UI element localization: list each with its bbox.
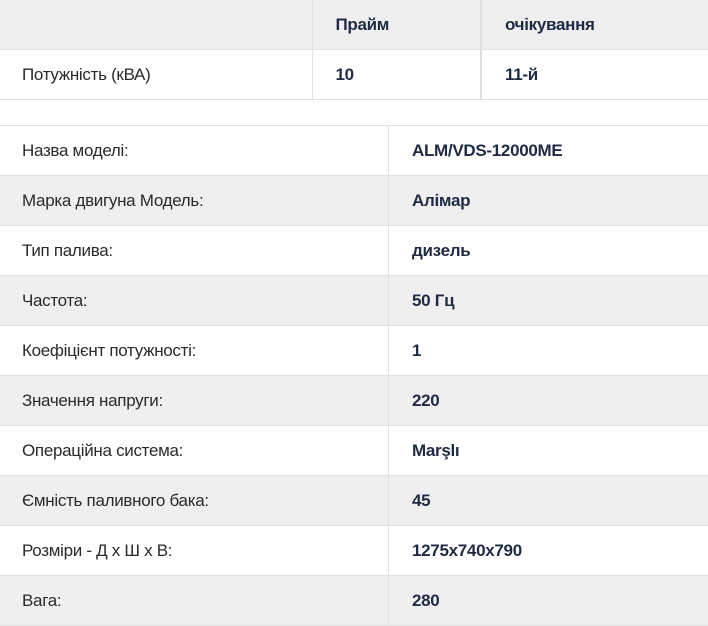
- header-prime: Прайм: [312, 0, 481, 50]
- table-row: Значення напруги:220: [0, 376, 708, 426]
- spec-value: 1: [389, 326, 708, 376]
- table-row: Тип палива:дизель: [0, 226, 708, 276]
- spec-label: Ємність паливного бака:: [0, 476, 389, 526]
- table-row: Ємність паливного бака:45: [0, 476, 708, 526]
- spec-label: Значення напруги:: [0, 376, 389, 426]
- spec-value: 220: [389, 376, 708, 426]
- table-row: Коефіцієнт потужності:1: [0, 326, 708, 376]
- table-row: Вага:280: [0, 576, 708, 626]
- power-standby: 11-й: [481, 50, 708, 100]
- spec-label: Тип палива:: [0, 226, 389, 276]
- spec-label: Частота:: [0, 276, 389, 326]
- table-row: Частота:50 Гц: [0, 276, 708, 326]
- spec-value: Алімар: [389, 176, 708, 226]
- power-prime: 10: [312, 50, 481, 100]
- header-standby: очікування: [481, 0, 708, 50]
- spec-label: Розміри - Д х Ш х В:: [0, 526, 389, 576]
- power-table-header: Прайм очікування: [0, 0, 708, 50]
- spec-value: ALM/VDS-12000ME: [389, 126, 708, 176]
- table-row: Назва моделі:ALM/VDS-12000ME: [0, 126, 708, 176]
- spec-value: 1275x740x790: [389, 526, 708, 576]
- power-table: Прайм очікування Потужність (кВА) 10 11-…: [0, 0, 708, 100]
- specs-table: Назва моделі:ALM/VDS-12000MEМарка двигун…: [0, 125, 708, 626]
- spec-value: 280: [389, 576, 708, 626]
- spec-value: Marşlı: [389, 426, 708, 476]
- spec-label: Вага:: [0, 576, 389, 626]
- spec-label: Марка двигуна Модель:: [0, 176, 389, 226]
- spec-value: 50 Гц: [389, 276, 708, 326]
- table-row: Операційна система:Marşlı: [0, 426, 708, 476]
- header-empty: [0, 0, 312, 50]
- power-label: Потужність (кВА): [0, 50, 312, 100]
- spec-label: Коефіцієнт потужності:: [0, 326, 389, 376]
- spec-label: Назва моделі:: [0, 126, 389, 176]
- table-row: Розміри - Д х Ш х В:1275x740x790: [0, 526, 708, 576]
- spec-value: дизель: [389, 226, 708, 276]
- spec-label: Операційна система:: [0, 426, 389, 476]
- table-row: Потужність (кВА) 10 11-й: [0, 50, 708, 100]
- spec-value: 45: [389, 476, 708, 526]
- table-row: Марка двигуна Модель:Алімар: [0, 176, 708, 226]
